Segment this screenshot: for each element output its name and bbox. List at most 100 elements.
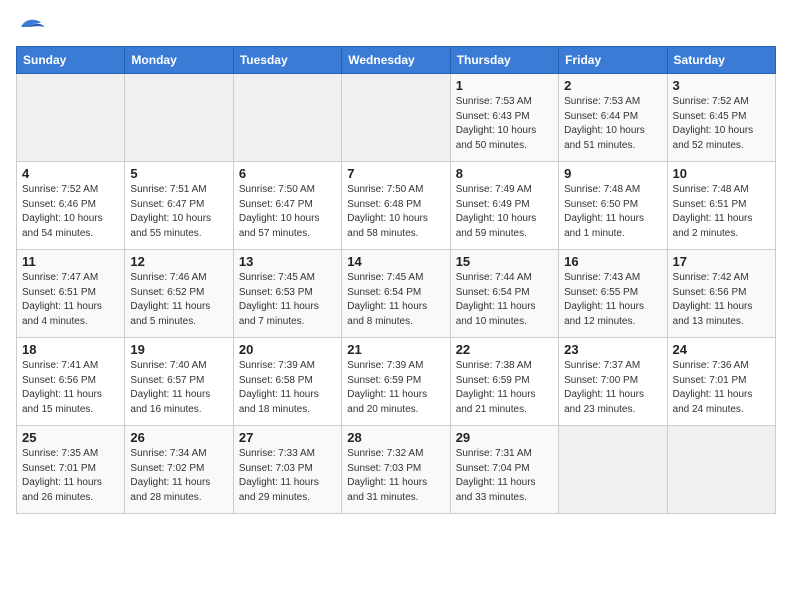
day-info: Sunrise: 7:31 AM Sunset: 7:04 PM Dayligh… xyxy=(456,447,553,505)
day-info: Sunrise: 7:32 AM Sunset: 7:03 PM Dayligh… xyxy=(347,447,444,505)
calendar-cell xyxy=(125,74,233,162)
calendar-cell: 3 Sunrise: 7:52 AM Sunset: 6:45 PM Daylig… xyxy=(667,74,775,162)
calendar-cell: 26 Sunrise: 7:34 AM Sunset: 7:02 PM Dayli… xyxy=(125,426,233,514)
calendar-cell: 12 Sunrise: 7:46 AM Sunset: 6:52 PM Dayli… xyxy=(125,250,233,338)
day-info: Sunrise: 7:42 AM Sunset: 6:56 PM Dayligh… xyxy=(673,271,770,329)
calendar-cell: 9Sunrise: 7:48 AM Sunset: 6:50 PM Daylig… xyxy=(559,162,667,250)
day-info: Sunrise: 7:50 AM Sunset: 6:47 PM Dayligh… xyxy=(239,183,336,241)
column-header-tuesday: Tuesday xyxy=(233,47,341,74)
calendar-week-row: 18Sunrise: 7:41 AM Sunset: 6:56 PM Dayli… xyxy=(17,338,776,426)
day-number: 16 xyxy=(564,254,661,269)
day-info: Sunrise: 7:45 AM Sunset: 6:53 PM Dayligh… xyxy=(239,271,336,329)
logo xyxy=(16,16,46,38)
day-info: Sunrise: 7:48 AM Sunset: 6:51 PM Dayligh… xyxy=(673,183,770,241)
calendar-week-row: 11 Sunrise: 7:47 AM Sunset: 6:51 PM Dayli… xyxy=(17,250,776,338)
calendar-header-row: SundayMondayTuesdayWednesdayThursdayFrid… xyxy=(17,47,776,74)
day-number: 2 xyxy=(564,78,661,93)
day-info: Sunrise: 7:39 AM Sunset: 6:58 PM Dayligh… xyxy=(239,359,336,417)
day-info: Sunrise: 7:47 AM Sunset: 6:51 PM Dayligh… xyxy=(22,271,119,329)
day-number: 15 xyxy=(456,254,553,269)
calendar-cell xyxy=(17,74,125,162)
calendar-cell: 25 Sunrise: 7:35 AM Sunset: 7:01 PM Dayli… xyxy=(17,426,125,514)
calendar-cell: 17 Sunrise: 7:42 AM Sunset: 6:56 PM Dayli… xyxy=(667,250,775,338)
calendar-cell: 8 Sunrise: 7:49 AM Sunset: 6:49 PM Daylig… xyxy=(450,162,558,250)
calendar-cell: 10 Sunrise: 7:48 AM Sunset: 6:51 PM Dayli… xyxy=(667,162,775,250)
calendar-cell: 21 Sunrise: 7:39 AM Sunset: 6:59 PM Dayli… xyxy=(342,338,450,426)
day-number: 5 xyxy=(130,166,227,181)
calendar-cell: 16 Sunrise: 7:43 AM Sunset: 6:55 PM Dayli… xyxy=(559,250,667,338)
calendar-cell: 22 Sunrise: 7:38 AM Sunset: 6:59 PM Dayli… xyxy=(450,338,558,426)
day-number: 14 xyxy=(347,254,444,269)
column-header-saturday: Saturday xyxy=(667,47,775,74)
day-number: 26 xyxy=(130,430,227,445)
day-info: Sunrise: 7:38 AM Sunset: 6:59 PM Dayligh… xyxy=(456,359,553,417)
day-number: 19 xyxy=(130,342,227,357)
day-info: Sunrise: 7:40 AM Sunset: 6:57 PM Dayligh… xyxy=(130,359,227,417)
day-number: 3 xyxy=(673,78,770,93)
calendar-cell: 24 Sunrise: 7:36 AM Sunset: 7:01 PM Dayli… xyxy=(667,338,775,426)
calendar-cell xyxy=(342,74,450,162)
day-info: Sunrise: 7:34 AM Sunset: 7:02 PM Dayligh… xyxy=(130,447,227,505)
calendar-table: SundayMondayTuesdayWednesdayThursdayFrid… xyxy=(16,46,776,514)
calendar-week-row: 4Sunrise: 7:52 AM Sunset: 6:46 PM Daylig… xyxy=(17,162,776,250)
day-number: 28 xyxy=(347,430,444,445)
calendar-cell: 5 Sunrise: 7:51 AM Sunset: 6:47 PM Daylig… xyxy=(125,162,233,250)
day-number: 24 xyxy=(673,342,770,357)
calendar-cell: 15 Sunrise: 7:44 AM Sunset: 6:54 PM Dayli… xyxy=(450,250,558,338)
day-number: 23 xyxy=(564,342,661,357)
calendar-cell: 18Sunrise: 7:41 AM Sunset: 6:56 PM Dayli… xyxy=(17,338,125,426)
calendar-cell: 27 Sunrise: 7:33 AM Sunset: 7:03 PM Dayli… xyxy=(233,426,341,514)
calendar-cell: 13Sunrise: 7:45 AM Sunset: 6:53 PM Dayli… xyxy=(233,250,341,338)
calendar-cell: 4Sunrise: 7:52 AM Sunset: 6:46 PM Daylig… xyxy=(17,162,125,250)
day-info: Sunrise: 7:37 AM Sunset: 7:00 PM Dayligh… xyxy=(564,359,661,417)
calendar-cell: 7 Sunrise: 7:50 AM Sunset: 6:48 PM Daylig… xyxy=(342,162,450,250)
day-info: Sunrise: 7:46 AM Sunset: 6:52 PM Dayligh… xyxy=(130,271,227,329)
day-number: 21 xyxy=(347,342,444,357)
day-info: Sunrise: 7:33 AM Sunset: 7:03 PM Dayligh… xyxy=(239,447,336,505)
day-info: Sunrise: 7:53 AM Sunset: 6:44 PM Dayligh… xyxy=(564,95,661,153)
day-info: Sunrise: 7:49 AM Sunset: 6:49 PM Dayligh… xyxy=(456,183,553,241)
day-number: 22 xyxy=(456,342,553,357)
calendar-cell: 6Sunrise: 7:50 AM Sunset: 6:47 PM Daylig… xyxy=(233,162,341,250)
day-number: 29 xyxy=(456,430,553,445)
column-header-friday: Friday xyxy=(559,47,667,74)
day-info: Sunrise: 7:43 AM Sunset: 6:55 PM Dayligh… xyxy=(564,271,661,329)
calendar-cell: 2 Sunrise: 7:53 AM Sunset: 6:44 PM Daylig… xyxy=(559,74,667,162)
column-header-wednesday: Wednesday xyxy=(342,47,450,74)
day-number: 10 xyxy=(673,166,770,181)
calendar-cell xyxy=(559,426,667,514)
day-number: 11 xyxy=(22,254,119,269)
day-number: 12 xyxy=(130,254,227,269)
calendar-cell: 20 Sunrise: 7:39 AM Sunset: 6:58 PM Dayli… xyxy=(233,338,341,426)
day-info: Sunrise: 7:51 AM Sunset: 6:47 PM Dayligh… xyxy=(130,183,227,241)
calendar-week-row: 1 Sunrise: 7:53 AM Sunset: 6:43 PM Daylig… xyxy=(17,74,776,162)
calendar-cell: 19 Sunrise: 7:40 AM Sunset: 6:57 PM Dayli… xyxy=(125,338,233,426)
day-number: 17 xyxy=(673,254,770,269)
day-number: 20 xyxy=(239,342,336,357)
day-info: Sunrise: 7:52 AM Sunset: 6:45 PM Dayligh… xyxy=(673,95,770,153)
day-info: Sunrise: 7:48 AM Sunset: 6:50 PM Dayligh… xyxy=(564,183,661,241)
day-number: 18 xyxy=(22,342,119,357)
day-info: Sunrise: 7:39 AM Sunset: 6:59 PM Dayligh… xyxy=(347,359,444,417)
day-number: 4 xyxy=(22,166,119,181)
day-info: Sunrise: 7:53 AM Sunset: 6:43 PM Dayligh… xyxy=(456,95,553,153)
calendar-cell: 23 Sunrise: 7:37 AM Sunset: 7:00 PM Dayli… xyxy=(559,338,667,426)
page-header xyxy=(16,16,776,38)
calendar-cell: 14 Sunrise: 7:45 AM Sunset: 6:54 PM Dayli… xyxy=(342,250,450,338)
day-number: 27 xyxy=(239,430,336,445)
calendar-cell: 29 Sunrise: 7:31 AM Sunset: 7:04 PM Dayli… xyxy=(450,426,558,514)
day-info: Sunrise: 7:50 AM Sunset: 6:48 PM Dayligh… xyxy=(347,183,444,241)
day-number: 1 xyxy=(456,78,553,93)
calendar-cell xyxy=(667,426,775,514)
day-info: Sunrise: 7:44 AM Sunset: 6:54 PM Dayligh… xyxy=(456,271,553,329)
day-info: Sunrise: 7:36 AM Sunset: 7:01 PM Dayligh… xyxy=(673,359,770,417)
day-info: Sunrise: 7:45 AM Sunset: 6:54 PM Dayligh… xyxy=(347,271,444,329)
column-header-monday: Monday xyxy=(125,47,233,74)
calendar-week-row: 25 Sunrise: 7:35 AM Sunset: 7:01 PM Dayli… xyxy=(17,426,776,514)
day-number: 8 xyxy=(456,166,553,181)
day-number: 25 xyxy=(22,430,119,445)
day-number: 7 xyxy=(347,166,444,181)
column-header-thursday: Thursday xyxy=(450,47,558,74)
day-info: Sunrise: 7:35 AM Sunset: 7:01 PM Dayligh… xyxy=(22,447,119,505)
logo-bird-icon xyxy=(18,16,46,38)
